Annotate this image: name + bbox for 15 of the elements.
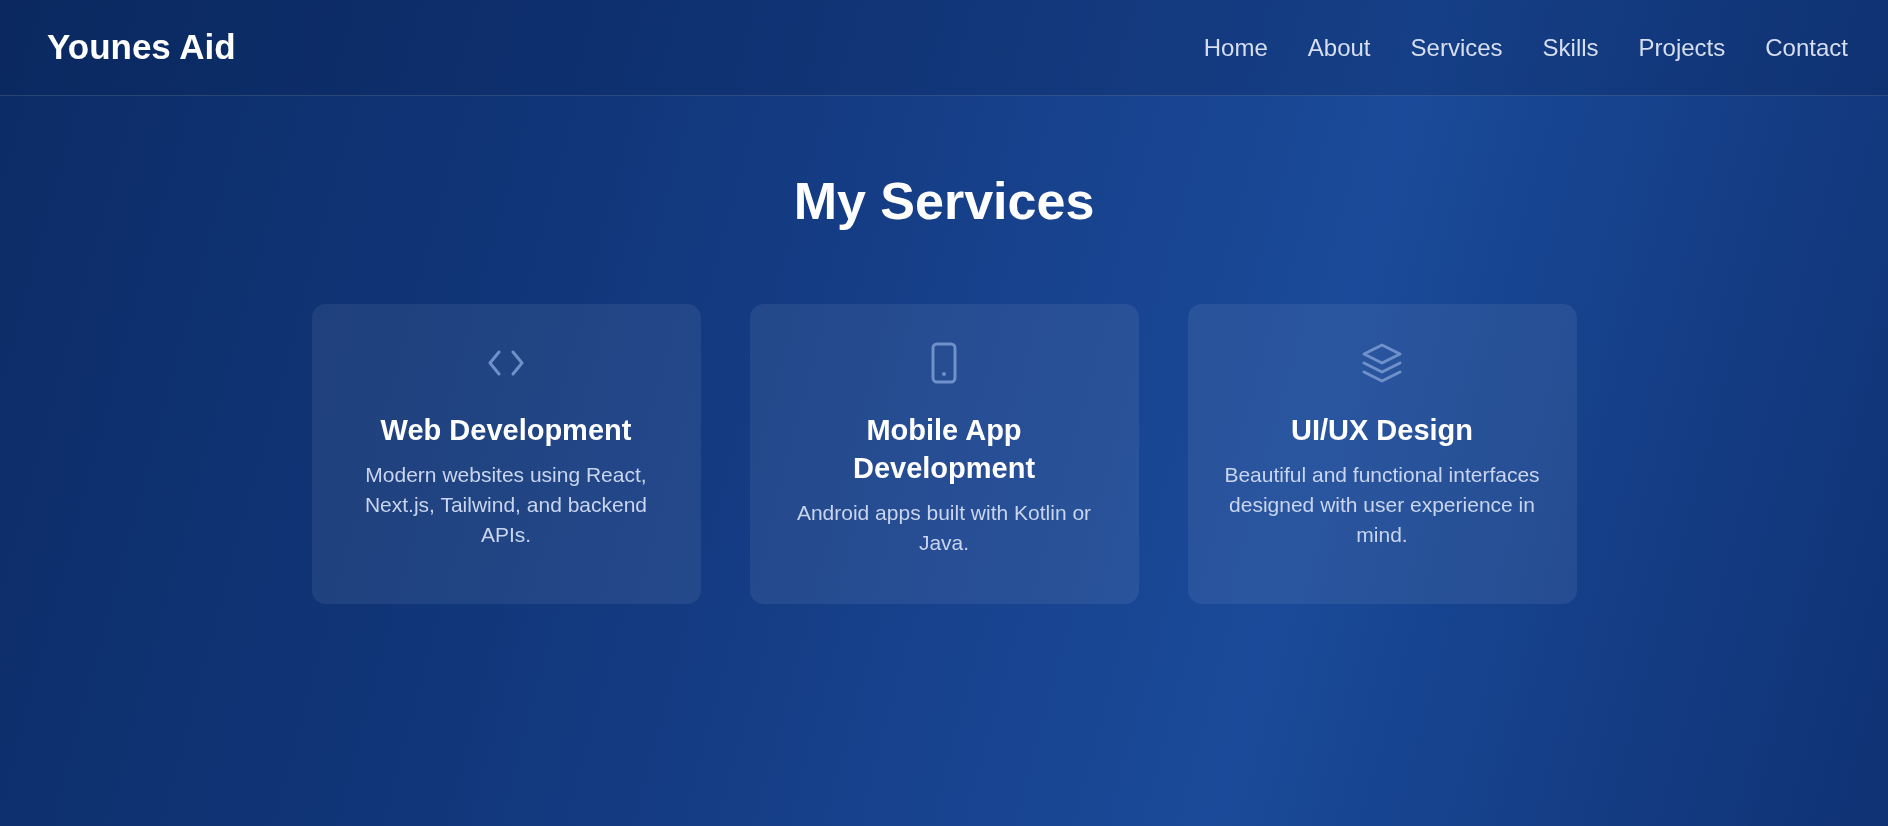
service-title: UI/UX Design <box>1290 413 1474 449</box>
section-title: My Services <box>792 171 1096 232</box>
service-description: Modern websites using React, Next.js, Tailwind, and backend APIs. <box>363 462 649 549</box>
nav-link[interactable]: Contact <box>1765 29 1848 66</box>
nav-link[interactable]: Skills <box>1542 29 1599 66</box>
service-description: Beautiful and functional interfaces designed with user experience in mind. <box>1223 462 1541 549</box>
layers-icon <box>1361 342 1403 385</box>
service-title: Mobile App Development <box>851 413 1037 487</box>
nav-link[interactable]: Home <box>1203 29 1268 66</box>
nav-link[interactable]: Services <box>1410 29 1503 66</box>
nav-link[interactable]: About <box>1307 29 1371 66</box>
nav-link[interactable]: Projects <box>1638 29 1726 66</box>
service-title: Web Development <box>380 413 632 449</box>
service-description: Android apps built with Kotlin or Java. <box>795 499 1093 556</box>
brand-name[interactable]: Younes Aid <box>47 21 236 74</box>
